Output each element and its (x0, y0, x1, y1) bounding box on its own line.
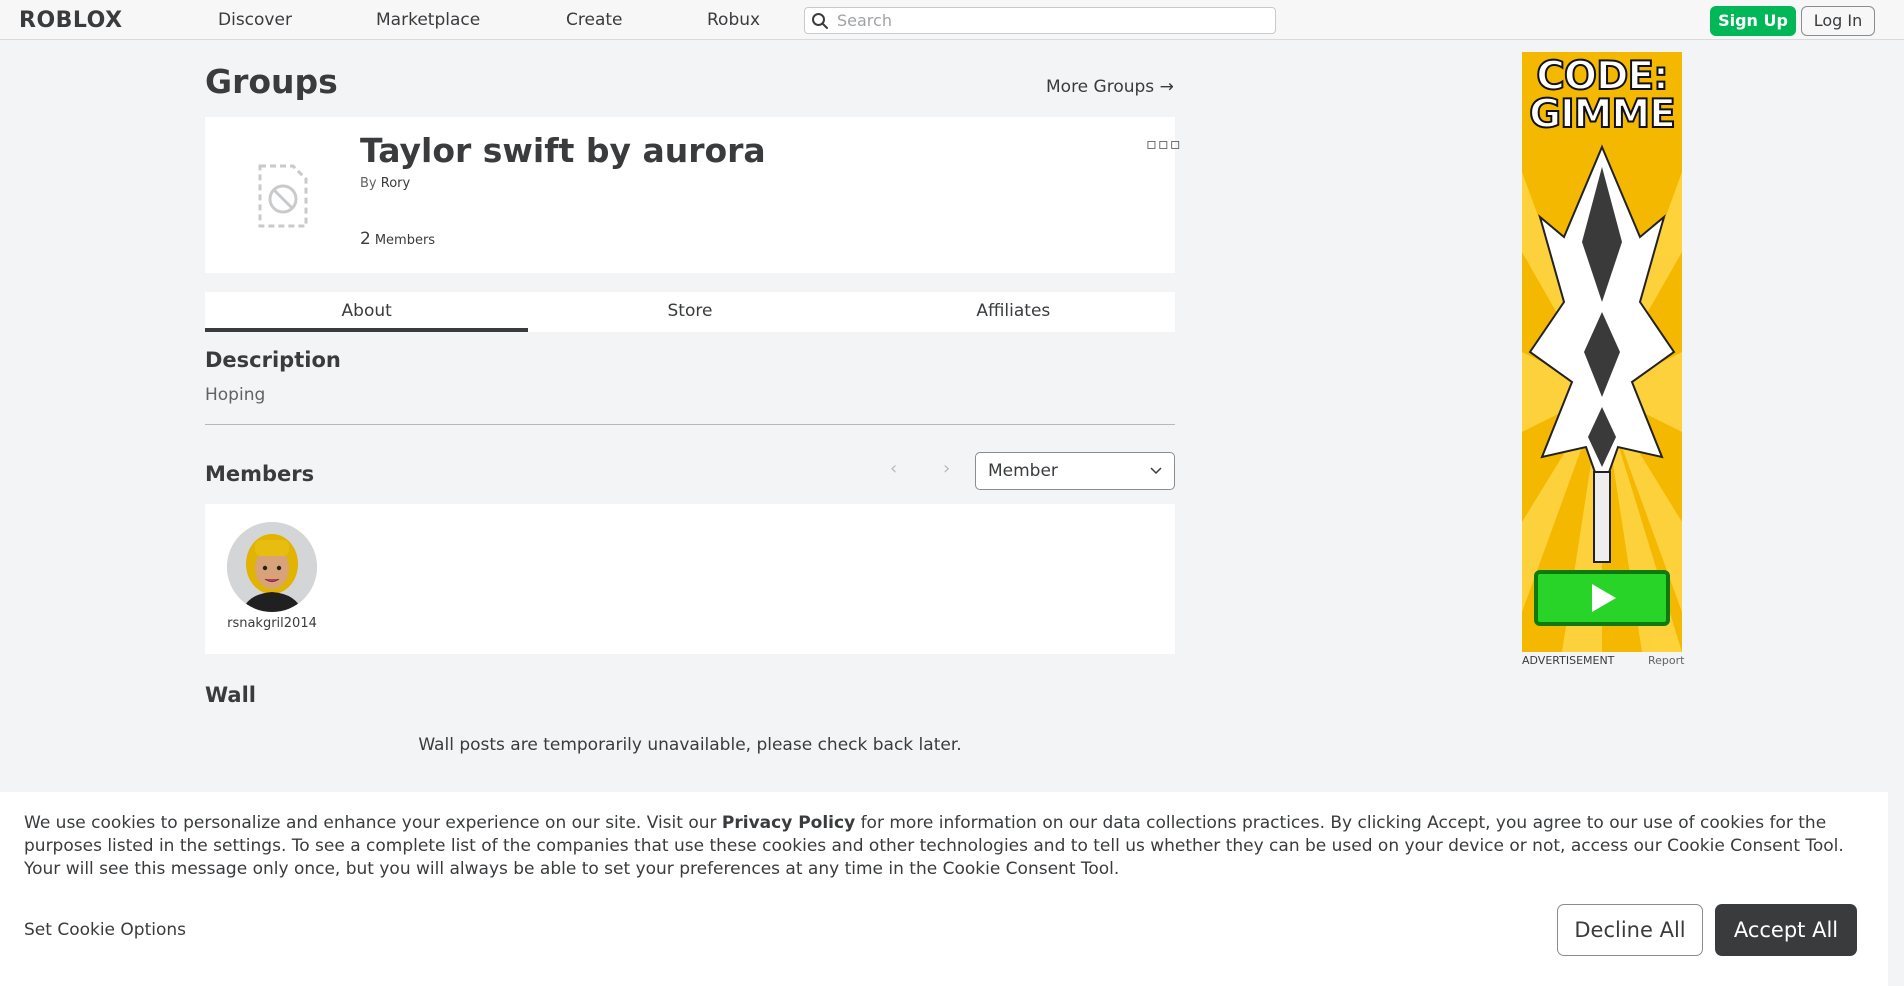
member-count: 2 Members (360, 229, 435, 249)
top-navigation: ROBLOX Discover Marketplace Create Robux… (0, 0, 1904, 40)
owner-link[interactable]: Rory (381, 176, 410, 191)
cookie-message: We use cookies to personalize and enhanc… (24, 812, 1869, 881)
wall-unavailable-message: Wall posts are temporarily unavailable, … (418, 735, 962, 755)
set-cookie-options-link[interactable]: Set Cookie Options (24, 920, 186, 940)
role-dropdown[interactable]: Member (975, 452, 1175, 490)
ad-headline: CODE: GIMME (1528, 54, 1677, 137)
avatar[interactable] (227, 522, 317, 612)
unavailable-image-icon (258, 164, 308, 228)
search-box (804, 7, 1276, 34)
members-heading: Members (205, 462, 315, 486)
by-label: By (360, 176, 377, 191)
wall-heading: Wall (205, 683, 256, 707)
group-name: Taylor swift by aurora (360, 131, 766, 170)
member-card[interactable]: rsnakgril2014 (205, 504, 339, 654)
login-button[interactable]: Log In (1801, 6, 1875, 36)
tab-affiliates[interactable]: Affiliates (852, 292, 1175, 332)
avatar-image (227, 522, 317, 612)
section-divider (205, 424, 1175, 425)
nav-discover[interactable]: Discover (218, 0, 292, 40)
play-icon (1592, 584, 1616, 612)
tab-about[interactable]: About (205, 292, 529, 332)
search-icon[interactable] (811, 12, 829, 30)
next-page-icon[interactable]: › (943, 458, 950, 479)
decline-all-button[interactable]: Decline All (1557, 904, 1703, 956)
more-options-icon[interactable]: ▫▫▫ (1146, 134, 1182, 153)
member-username[interactable]: rsnakgril2014 (205, 616, 339, 631)
group-tabs: About Store Affiliates (205, 292, 1175, 332)
group-header-card: Taylor swift by aurora By Rory 2 Members … (205, 117, 1181, 273)
logo-text: ROBLOX (19, 7, 123, 33)
advertisement-label: ADVERTISEMENT (1522, 654, 1615, 667)
more-groups-link[interactable]: More Groups → (1046, 77, 1174, 97)
cookie-banner: We use cookies to personalize and enhanc… (0, 792, 1888, 986)
tab-store[interactable]: Store (528, 292, 851, 332)
chevron-down-icon (1150, 467, 1162, 475)
members-list: rsnakgril2014 (205, 504, 1175, 654)
ad-artwork (1522, 144, 1682, 652)
roblox-logo[interactable]: ROBLOX (19, 7, 123, 33)
role-selected: Member (988, 461, 1058, 481)
privacy-policy-link[interactable]: Privacy Policy (722, 813, 855, 833)
advertisement-banner[interactable]: CODE: GIMME (1522, 52, 1682, 652)
cookie-text-start: We use cookies to personalize and enhanc… (24, 813, 722, 833)
description-heading: Description (205, 348, 341, 372)
nav-create[interactable]: Create (566, 0, 623, 40)
prev-page-icon[interactable]: ‹ (890, 458, 897, 479)
member-count-label: Members (374, 233, 436, 248)
nav-robux[interactable]: Robux (707, 0, 760, 40)
accept-all-button[interactable]: Accept All (1715, 904, 1857, 956)
ad-play-button[interactable] (1534, 570, 1670, 626)
ad-report-link[interactable]: Report (1648, 654, 1684, 667)
member-count-value: 2 (360, 229, 371, 249)
group-owner-line: By Rory (360, 176, 410, 191)
search-input[interactable] (837, 10, 1257, 31)
signup-button[interactable]: Sign Up (1710, 6, 1796, 36)
page-title: Groups (205, 62, 338, 101)
description-text: Hoping (205, 385, 266, 405)
nav-marketplace[interactable]: Marketplace (376, 0, 480, 40)
